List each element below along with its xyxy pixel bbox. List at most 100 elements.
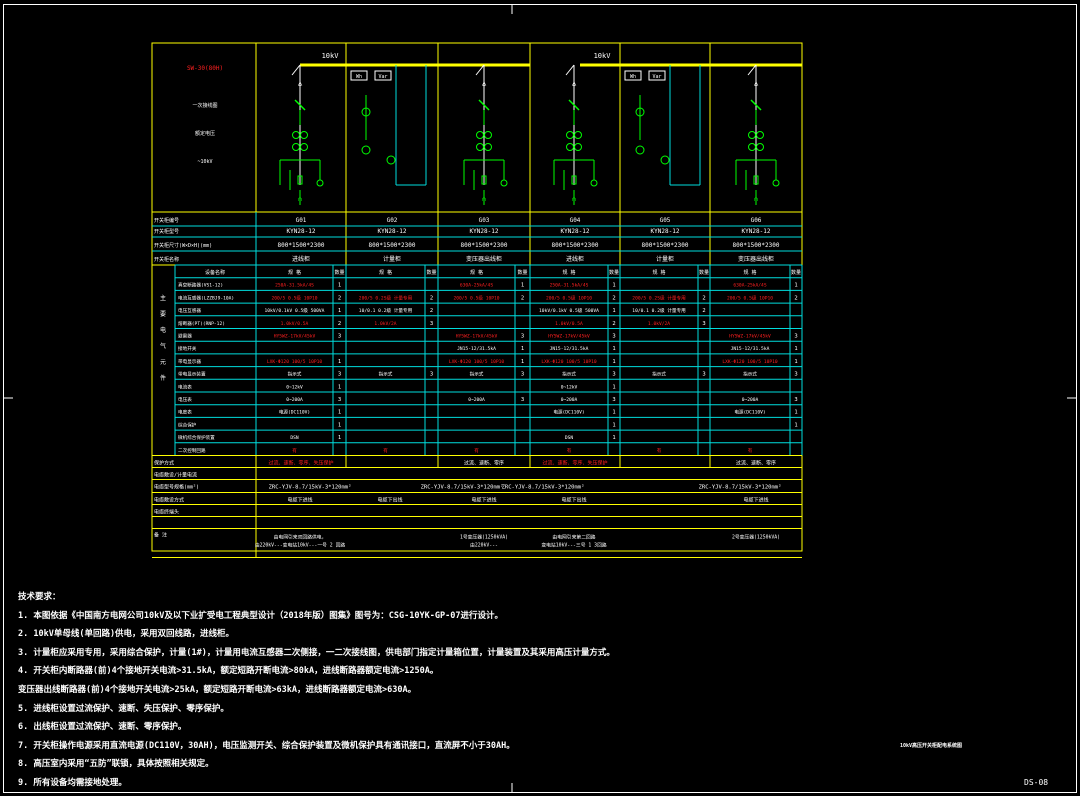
cabinet-number: G03 (479, 217, 490, 224)
equip-value: 2 (521, 295, 524, 301)
equip-value: 200/5 0.5级 10P10 (453, 294, 499, 301)
equip-value: 1 (612, 359, 615, 365)
ct-icon (300, 131, 308, 139)
equip-name: 熔断器(PT)(RNP-12) (178, 320, 225, 327)
equip-value: 2 (612, 321, 615, 327)
cabinet-info: 变压器出线柜 (738, 255, 774, 263)
equip-value: 1.0kV/0.5A (555, 321, 583, 327)
equip-value: 指示式 (288, 371, 302, 378)
equip-value: 电源(DC110V) (734, 409, 765, 416)
equip-value: 3 (430, 372, 433, 378)
equip-value: 电源(DC110V) (279, 409, 310, 416)
equip-header: 规 格 (652, 269, 665, 276)
equip-value: 0~200A (561, 397, 578, 403)
main-equipment-label: 元 (160, 359, 166, 366)
cabinet-info: 进线柜 (566, 255, 584, 263)
main-equipment-label: 气 (160, 342, 166, 350)
equip-name: 电流表 (178, 383, 192, 390)
ct-icon (756, 131, 764, 139)
left-label: ~10kV (197, 159, 212, 165)
ct-icon (566, 131, 574, 139)
remark: 由电网引来第二回路 (552, 534, 595, 541)
ct-icon (476, 131, 484, 139)
equip-value: 1 (338, 384, 341, 390)
notes-heading: 技术要求： (18, 592, 61, 602)
equip-value: 2 (612, 295, 615, 301)
main-equipment-label: 主 (160, 294, 166, 302)
row-label: 开关柜型号 (154, 228, 179, 235)
cabinet-number: G04 (570, 217, 581, 224)
equip-value: 指示式 (743, 371, 757, 378)
equip-value: 有 (292, 447, 297, 454)
equip-value: LXK-Φ120 100/5 10P10 (449, 359, 505, 365)
equip-value: DSN (565, 435, 574, 441)
equip-value: 10/0.1 0.2级 计量专用 (359, 307, 413, 314)
cabinet-info: KYN28-12 (470, 228, 499, 235)
notes-item: 变压器出线断路器(前)4个接地开关电流>25kA，额定短路开断电流>63kA，进… (18, 684, 417, 695)
equip-value: 有 (748, 447, 753, 454)
equip-value: 3 (338, 372, 341, 378)
cabinet-info: 800*1500*2300 (278, 242, 325, 249)
equip-value: 1 (794, 346, 797, 352)
equip-value: HY5WZ-17kV/45kV (274, 334, 316, 340)
equip-value: 2 (338, 295, 341, 301)
notes-item: 2. 10kV单母线(单回路)供电，采用双回线路，进线柜。 (18, 629, 235, 640)
equip-value: 1 (612, 384, 615, 390)
equip-value: 200/5 0.5级 10P10 (727, 294, 773, 301)
equip-value: 0~200A (468, 397, 485, 403)
cable-method: 电缆下出线 (561, 497, 586, 504)
equip-value: DSN (290, 435, 299, 441)
drawing-title: 10kV高压开关柜配电系统图 (900, 743, 963, 749)
equip-name: 真空断路器(VS1-12) (178, 282, 223, 289)
equip-value: 1 (794, 359, 797, 365)
ct-icon (748, 131, 756, 139)
cabinet-info: 800*1500*2300 (369, 242, 416, 249)
equip-value: JN15-12/31.5kA (731, 346, 770, 352)
cable-spec: ZRC-YJV-8.7/15kV-3*120mm² (421, 484, 504, 491)
equip-value: LXK-Φ120 100/5 10P10 (267, 359, 323, 365)
equip-value: 10/0.1 0.2级 计量专用 (632, 307, 686, 314)
equip-name: 电度表 (178, 409, 192, 416)
equip-value: 2 (702, 295, 705, 301)
pt-icon (361, 145, 371, 155)
equip-value: 250A-31.5kA/4S (550, 283, 589, 289)
ct-icon (484, 131, 492, 139)
cabinet-info: KYN28-12 (287, 228, 316, 235)
feeder-line (291, 64, 301, 76)
equip-name: 电压互感器 (178, 307, 201, 314)
equip-header: 数量 (699, 269, 709, 276)
cabinet-info: 计量柜 (656, 255, 674, 263)
arrow-icon: ⩓ (482, 79, 487, 88)
equip-value: 1 (612, 308, 615, 314)
ct-icon (566, 143, 574, 151)
equip-value: 1 (338, 435, 341, 441)
equip-value: HY5WZ-17kV/45kV (548, 334, 590, 340)
protection-value: 过流、速断、零序、失压保护 (542, 460, 607, 467)
remark: 由220kV---变电站10kV---一号 2 回路 (255, 542, 346, 549)
equip-header: 数量 (334, 269, 344, 276)
equip-header: 规 格 (743, 269, 756, 276)
drawing-number: DS-08 (1024, 778, 1049, 787)
cable-method: 电缆下进线 (287, 497, 312, 504)
cable-method: 电缆下进线 (743, 497, 768, 504)
indicator-icon (590, 179, 598, 187)
equip-value: 1.0kV/2A (374, 321, 396, 327)
equip-value: 3 (794, 372, 797, 378)
cable-method: 电缆下进线 (471, 497, 496, 504)
equip-value: 3 (612, 372, 615, 378)
equip-value: 有 (657, 447, 662, 454)
ct-icon (476, 143, 484, 151)
equip-value: 1 (794, 410, 797, 416)
equip-value: 3 (521, 372, 524, 378)
left-label: 额定电压 (195, 130, 215, 137)
bus-label: 10kV (322, 52, 340, 60)
row-label: 开关柜编号 (154, 217, 179, 224)
indicator-icon (772, 179, 780, 187)
cable-end-icon: ⫛ (754, 195, 758, 203)
ct-icon (292, 131, 300, 139)
equip-value: 电源(DC110V) (553, 409, 584, 416)
protection-value: 过流、速断、零序 (736, 460, 776, 467)
cabinet-info: 800*1500*2300 (733, 242, 780, 249)
equip-name: 带电显示器 (178, 358, 201, 365)
equip-header: 数量 (517, 269, 527, 276)
